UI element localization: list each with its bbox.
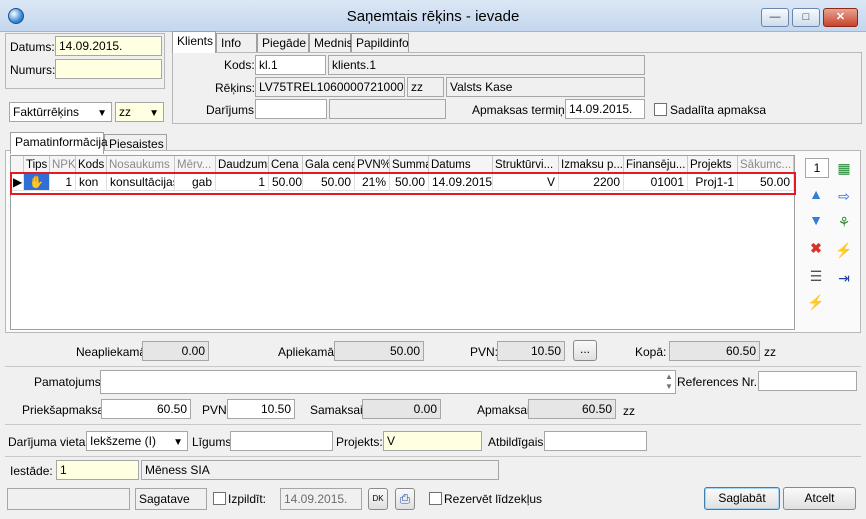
chevron-down-icon: ▼ (173, 437, 183, 448)
separator (5, 424, 861, 425)
apmaksai-label: Apmaksai: (477, 403, 534, 417)
doc-type-select[interactable]: Faktūrrēķins ▼ (9, 102, 112, 122)
columns-icon[interactable]: ☰ (806, 266, 826, 286)
cancel-button[interactable]: Atcelt (783, 487, 856, 510)
apliekama-label: Apliekamā: (278, 345, 338, 359)
kods-label: Kods: (224, 58, 255, 72)
termins-input[interactable]: 14.09.2015. (565, 99, 645, 119)
doc-type-value: Faktūrrēķins (13, 105, 80, 119)
neapliekama-label: Neapliekamā: (76, 345, 150, 359)
iestade-label: Iestāde: (10, 464, 53, 478)
rekins-label: Rēķins: (215, 81, 256, 95)
currency-select[interactable]: zz ▼ (115, 102, 164, 122)
pvn-pay-input[interactable]: 10.50 (227, 399, 295, 419)
close-button[interactable]: ✕ (823, 8, 858, 27)
kopa-value: 60.50 (669, 341, 760, 361)
printer-icon[interactable]: ⎙ (395, 488, 415, 510)
maximize-button[interactable]: □ (792, 8, 820, 27)
samaksai-label: Samaksai: (310, 403, 367, 417)
tab-pamatinformacija[interactable]: Pamatinformācija (10, 132, 108, 154)
priekssapmaksa-label: Priekšapmaksa : (22, 403, 111, 417)
pvn-total-value: 10.50 (497, 341, 565, 361)
references-input[interactable] (758, 371, 857, 391)
samaksai-value: 0.00 (362, 399, 441, 419)
rekins-input[interactable]: LV75TREL1060000721000 (255, 77, 405, 97)
minimize-button[interactable]: — (761, 8, 789, 27)
rekins-bank: Valsts Kase (446, 77, 645, 97)
lightning-green-icon[interactable]: ⚡ (834, 240, 854, 260)
kopa-label: Kopā: (635, 345, 667, 359)
import-icon[interactable]: ⇥ (834, 268, 854, 288)
pvn-pay-label: PVN: (202, 403, 231, 417)
iestade-input[interactable]: 1 (56, 460, 139, 480)
rezervet-label: Rezervēt līdzekļus (444, 492, 543, 506)
ligums-label: Līgums: (192, 435, 235, 449)
window-title: Saņemtais rēķins - ievade (346, 8, 520, 25)
save-button[interactable]: Saglabāt (704, 487, 780, 510)
sadalita-checkbox[interactable] (654, 103, 667, 116)
numurs-label: Numurs: (10, 63, 56, 77)
scroll-arrows-icon[interactable]: ▲ ▼ (663, 372, 675, 392)
iestade-name: Mēness SIA (141, 460, 499, 480)
top-tab-strip: Klients Info Piegāde Mednis Papildinfo (172, 31, 862, 53)
excel-icon[interactable]: ▦ (834, 158, 854, 178)
priekssapmaksa-input[interactable]: 60.50 (101, 399, 191, 419)
apmaksai-value: 60.50 (528, 399, 616, 419)
pvn-details-button[interactable]: ... (573, 340, 597, 361)
pamatojums-label: Pamatojums: (34, 375, 105, 389)
arrow-up-icon[interactable]: ▲ (806, 184, 826, 204)
projekts-label: Projekts: (336, 435, 383, 449)
tab-klients[interactable]: Klients (172, 31, 216, 53)
apmaksai-currency: zz (623, 404, 635, 418)
kods-name: klients.1 (328, 55, 645, 75)
separator (5, 366, 861, 367)
lightning-red-icon[interactable]: ⚡ (806, 292, 826, 312)
sadalita-label: Sadalīta apmaksa (670, 103, 767, 117)
separator (5, 456, 861, 457)
footer-status-empty (7, 488, 130, 510)
move-right-icon[interactable]: ⇨ (834, 186, 854, 206)
kopa-currency: zz (764, 345, 776, 359)
vieta-select[interactable]: Iekšzeme (I) ▼ (86, 431, 188, 451)
darijums-label: Darījums: (206, 103, 258, 117)
numurs-input[interactable] (55, 59, 162, 79)
izpildit-date: 14.09.2015. (280, 488, 362, 510)
currency-value: zz (119, 105, 131, 119)
delete-icon[interactable]: ✖ (806, 238, 826, 258)
kods-input[interactable]: kl.1 (255, 55, 326, 75)
dk-button[interactable]: DK (368, 488, 388, 510)
vieta-label: Darījuma vieta: (8, 435, 89, 449)
vieta-value: Iekšzeme (I) (90, 434, 157, 448)
ligums-input[interactable] (230, 431, 333, 451)
darijums-name (329, 99, 446, 119)
status-value: Sagatave (135, 488, 207, 510)
pvn-total-label: PVN: (470, 345, 499, 359)
pamatojums-textarea[interactable] (100, 370, 676, 394)
izpildit-checkbox[interactable] (213, 492, 226, 505)
tab-info[interactable]: Info (216, 33, 257, 53)
row-counter: 1 (805, 158, 829, 178)
chevron-down-icon: ▼ (149, 108, 159, 119)
rekins-currency: zz (407, 77, 444, 97)
tab-papildinfo[interactable]: Papildinfo (351, 33, 409, 53)
atbildigais-input[interactable] (544, 431, 647, 451)
projekts-input[interactable]: V (383, 431, 482, 451)
tab-piegade[interactable]: Piegāde (257, 33, 309, 53)
find-replace-icon[interactable]: ⚘ (834, 212, 854, 232)
selected-row-highlight (10, 172, 796, 195)
datums-input[interactable]: 14.09.2015. (55, 36, 162, 56)
references-label: References Nr.: (677, 375, 761, 389)
izpildit-label: Izpildīt: (228, 492, 267, 506)
chevron-down-icon: ▼ (97, 108, 107, 119)
rezervet-checkbox[interactable] (429, 492, 442, 505)
tab-mednis[interactable]: Mednis (309, 33, 353, 53)
arrow-down-icon[interactable]: ▼ (806, 210, 826, 230)
darijums-input[interactable] (255, 99, 327, 119)
atbildigais-label: Atbildīgais: (488, 435, 547, 449)
neapliekama-value: 0.00 (142, 341, 209, 361)
apliekama-value: 50.00 (334, 341, 424, 361)
termins-label: Apmaksas termiņš: (472, 103, 575, 117)
datums-label: Datums: (10, 40, 55, 54)
